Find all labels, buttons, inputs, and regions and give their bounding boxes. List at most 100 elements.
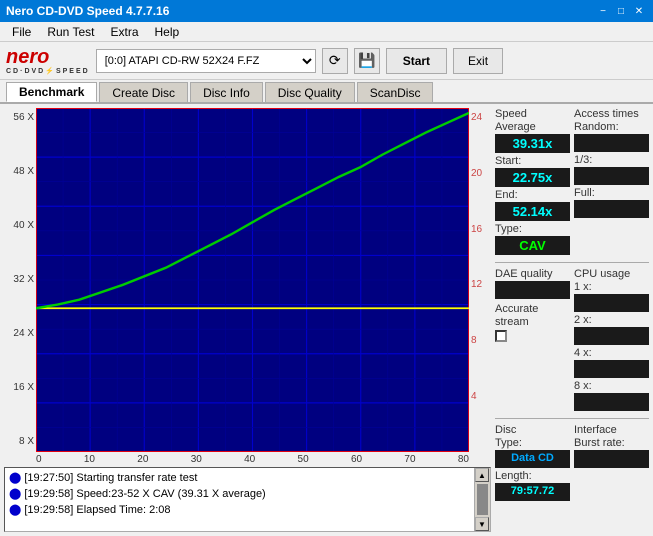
y-right-20: 20	[471, 168, 491, 179]
dae-cpu-row: DAE quality Accurate stream CPU usage 1 …	[495, 268, 649, 413]
toolbar: nero CD·DVD⚡SPEED [0:0] ATAPI CD-RW 52X2…	[0, 42, 653, 80]
chart-svg	[36, 108, 469, 452]
refresh-icon-button[interactable]: ⟳	[322, 48, 348, 74]
end-label: End:	[495, 189, 570, 201]
x-label-60: 60	[351, 454, 362, 465]
end-value: 52.14x	[495, 202, 570, 221]
title-controls: − □ ✕	[595, 3, 647, 19]
disc-type-label: Type:	[495, 437, 570, 449]
y-label-48: 48 X	[4, 166, 34, 177]
random-label: Random:	[574, 121, 649, 133]
y-axis-right: 24 20 16 12 8 4	[469, 108, 491, 465]
x2-value	[574, 327, 649, 345]
speed-access-row: Speed Average 39.31x Start: 22.75x End: …	[495, 108, 649, 257]
start-value: 22.75x	[495, 168, 570, 187]
y-right-24: 24	[471, 112, 491, 123]
menu-run-test[interactable]: Run Test	[39, 23, 102, 41]
x1-value	[574, 294, 649, 312]
chart-svg-container	[36, 108, 469, 452]
dae-section: DAE quality Accurate stream	[495, 268, 570, 413]
nero-icon: nero	[6, 46, 49, 69]
x-label-70: 70	[404, 454, 415, 465]
accurate-stream-section: Accurate stream	[495, 303, 570, 342]
y-label-8: 8 X	[4, 436, 34, 447]
device-select[interactable]: [0:0] ATAPI CD-RW 52X24 F.FZ	[96, 49, 316, 73]
minimize-button[interactable]: −	[595, 3, 611, 19]
divider-1	[495, 262, 649, 263]
disc-interface-row: Disc Type: Data CD Length: 79:57.72 Inte…	[495, 424, 649, 503]
disc-length-value: 79:57.72	[495, 483, 570, 501]
disc-length-label: Length:	[495, 470, 570, 482]
full-value	[574, 200, 649, 218]
x2-label: 2 x:	[574, 314, 649, 326]
chart-container: 56 X 48 X 40 X 32 X 24 X 16 X 8 X	[4, 108, 491, 532]
random-value	[574, 134, 649, 152]
x-label-30: 30	[191, 454, 202, 465]
tab-scan-disc[interactable]: ScanDisc	[357, 82, 434, 102]
log-scrollbar: ▲ ▼	[474, 468, 490, 531]
access-times-section: Access times Random: 1/3: Full:	[574, 108, 649, 257]
burst-value	[574, 450, 649, 468]
stream-label: stream	[495, 316, 570, 328]
scroll-thumb	[477, 484, 488, 515]
disc-label: Disc	[495, 424, 570, 436]
average-label: Average	[495, 121, 570, 133]
x8-label: 8 x:	[574, 380, 649, 392]
log-line-1: ⬤ [19:27:50] Starting transfer rate test	[9, 470, 470, 486]
x4-value	[574, 360, 649, 378]
dae-value	[495, 281, 570, 299]
y-label-16: 16 X	[4, 382, 34, 393]
type-label: Type:	[495, 223, 570, 235]
x-label-20: 20	[137, 454, 148, 465]
menu-help[interactable]: Help	[147, 23, 188, 41]
menu-file[interactable]: File	[4, 23, 39, 41]
accurate-stream-checkbox[interactable]	[495, 330, 507, 342]
menu-bar: File Run Test Extra Help	[0, 22, 653, 42]
speed-section: Speed Average 39.31x Start: 22.75x End: …	[495, 108, 570, 257]
accurate-label: Accurate	[495, 303, 570, 315]
exit-button[interactable]: Exit	[453, 48, 503, 74]
tab-create-disc[interactable]: Create Disc	[99, 82, 188, 102]
x1-label: 1 x:	[574, 281, 649, 293]
type-value: CAV	[495, 236, 570, 255]
start-label: Start:	[495, 155, 570, 167]
start-button[interactable]: Start	[386, 48, 447, 74]
x-label-80: 80	[458, 454, 469, 465]
interface-section: Interface Burst rate:	[574, 424, 649, 503]
right-panel: Speed Average 39.31x Start: 22.75x End: …	[493, 104, 653, 536]
tab-benchmark[interactable]: Benchmark	[6, 82, 97, 102]
tab-bar: Benchmark Create Disc Disc Info Disc Qua…	[0, 80, 653, 104]
log-line-2-text: [19:29:58] Speed:23-52 X CAV (39.31 X av…	[24, 488, 265, 500]
log-line-2: ⬤ [19:29:58] Speed:23-52 X CAV (39.31 X …	[9, 486, 470, 502]
log-line-3: ⬤ [19:29:58] Elapsed Time: 2:08	[9, 502, 470, 518]
y-label-24: 24 X	[4, 328, 34, 339]
speed-label: Speed	[495, 108, 570, 120]
close-button[interactable]: ✕	[631, 3, 647, 19]
tab-disc-quality[interactable]: Disc Quality	[265, 82, 355, 102]
log-area: ⬤ [19:27:50] Starting transfer rate test…	[4, 467, 491, 532]
y-label-40: 40 X	[4, 220, 34, 231]
disc-section: Disc Type: Data CD Length: 79:57.72	[495, 424, 570, 503]
one-third-value	[574, 167, 649, 185]
logo: nero CD·DVD⚡SPEED	[6, 46, 90, 75]
maximize-button[interactable]: □	[613, 3, 629, 19]
accurate-stream-checkbox-area	[495, 330, 570, 342]
x-axis: 0 10 20 30 40 50 60 70 80	[36, 452, 469, 465]
dae-label: DAE quality	[495, 268, 570, 280]
divider-2	[495, 418, 649, 419]
title-text: Nero CD-DVD Speed 4.7.7.16	[6, 4, 169, 18]
y-right-4: 4	[471, 391, 491, 402]
y-right-12: 12	[471, 279, 491, 290]
save-icon-button[interactable]: 💾	[354, 48, 380, 74]
average-value: 39.31x	[495, 134, 570, 153]
scroll-down-button[interactable]: ▼	[475, 517, 489, 531]
tab-disc-info[interactable]: Disc Info	[190, 82, 263, 102]
cpu-label: CPU usage	[574, 268, 649, 280]
one-third-label: 1/3:	[574, 154, 649, 166]
x-label-40: 40	[244, 454, 255, 465]
burst-label: Burst rate:	[574, 437, 649, 449]
menu-extra[interactable]: Extra	[102, 23, 146, 41]
scroll-up-button[interactable]: ▲	[475, 468, 489, 482]
y-right-8: 8	[471, 335, 491, 346]
cpu-section: CPU usage 1 x: 2 x: 4 x: 8 x:	[574, 268, 649, 413]
